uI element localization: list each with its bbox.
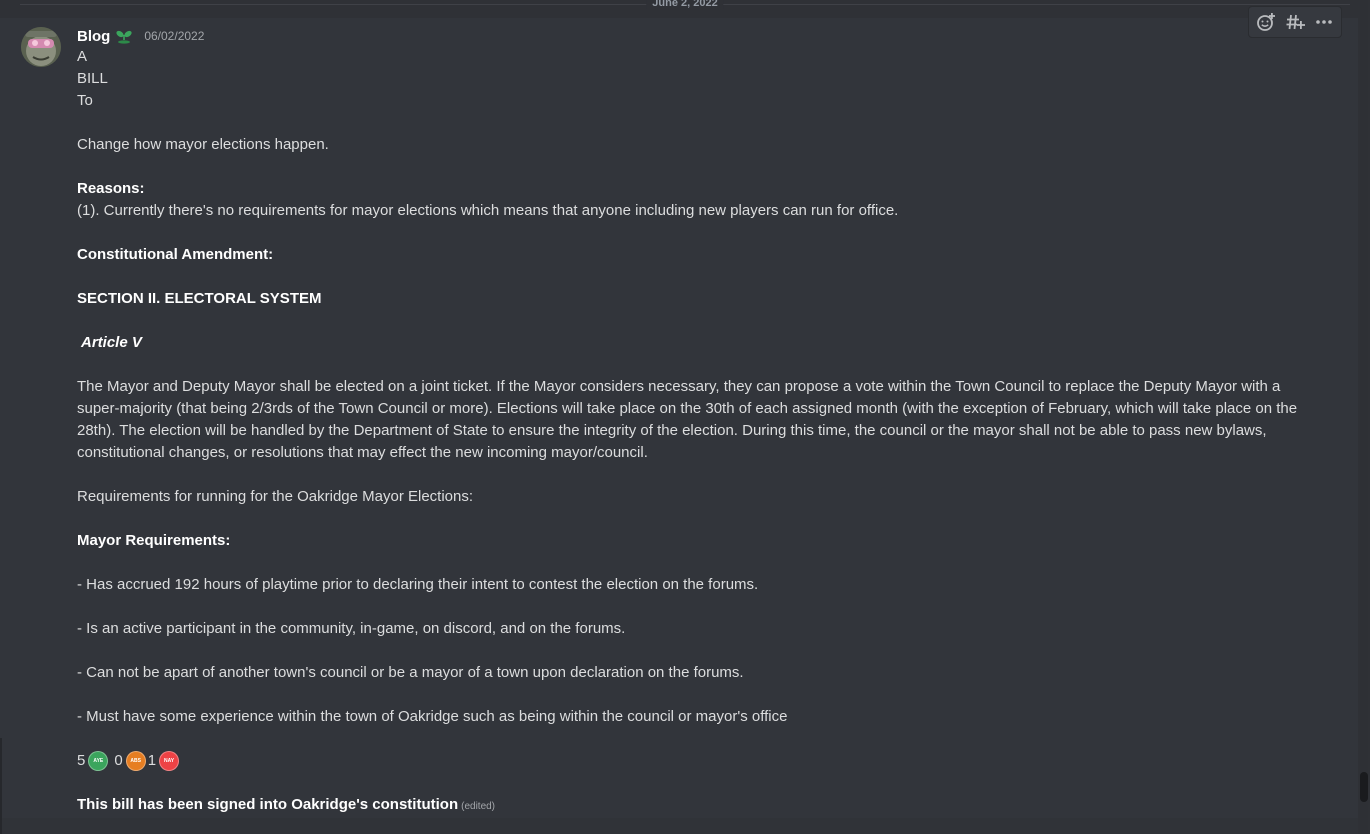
date-divider: June 2, 2022 (20, 0, 1350, 9)
vote-count-aye: 5 (77, 752, 86, 769)
bottom-strip (0, 818, 1358, 834)
abstain-emoji-icon[interactable]: ABS (125, 751, 146, 771)
message-content: A BILL To Change how mayor elections hap… (77, 46, 1317, 818)
text-line: A (77, 48, 88, 65)
add-reaction-icon[interactable] (1253, 9, 1279, 35)
text-line: To (77, 92, 93, 109)
avatar[interactable] (21, 27, 61, 67)
article-text: The Mayor and Deputy Mayor shall be elec… (77, 378, 1302, 461)
requirement-item: - Is an active participant in the commun… (77, 620, 626, 637)
message-header: Blog 06/02/2022 (77, 26, 204, 46)
requirement-item: - Can not be apart of another town's cou… (77, 664, 744, 681)
signed-notice-text: This bill has been signed into Oakridge'… (77, 796, 459, 813)
scrollbar-thumb[interactable] (1360, 772, 1368, 802)
create-thread-icon[interactable] (1282, 9, 1308, 35)
nay-emoji-icon[interactable]: NAY (159, 751, 180, 771)
left-edge (0, 738, 2, 834)
requirement-item: - Has accrued 192 hours of playtime prio… (77, 576, 759, 593)
chat-frame: June 2, 2022 Blog 06/02/2022 A BILL To C… (0, 0, 1370, 834)
signed-notice: This bill has been signed into Oakridge'… (77, 794, 1317, 818)
vote-count-nay: 1 (147, 752, 157, 769)
message-toolbar (1248, 6, 1342, 38)
bill-title: Change how mayor elections happen. (77, 136, 329, 153)
scrollbar-track[interactable] (1360, 0, 1368, 834)
message[interactable]: Blog 06/02/2022 A BILL To Change how may… (0, 6, 1358, 818)
more-icon[interactable] (1311, 9, 1337, 35)
text-line: BILL (77, 70, 108, 87)
username[interactable]: Blog (77, 28, 110, 45)
timestamp: 06/02/2022 (144, 29, 205, 43)
requirement-item: - Must have some experience within the t… (77, 708, 788, 725)
article-heading: Article V (81, 334, 142, 351)
reason-item: (1). Currently there's no requirements f… (77, 202, 899, 219)
reasons-heading: Reasons: (77, 180, 145, 197)
edited-label: (edited) (461, 801, 496, 812)
date-divider-label: June 2, 2022 (646, 0, 724, 9)
aye-emoji-icon[interactable]: AYE (88, 751, 109, 771)
vote-count-abstain: 0 (114, 752, 123, 769)
section-heading: SECTION II. ELECTORAL SYSTEM (77, 290, 322, 307)
amendment-heading: Constitutional Amendment: (77, 246, 274, 263)
requirements-intro: Requirements for running for the Oakridg… (77, 488, 474, 505)
sprout-icon[interactable] (113, 26, 135, 46)
mayor-requirements-heading: Mayor Requirements: (77, 532, 231, 549)
vote-reactions: 5 AYE 0 ABS 1 NAY (77, 750, 1317, 772)
